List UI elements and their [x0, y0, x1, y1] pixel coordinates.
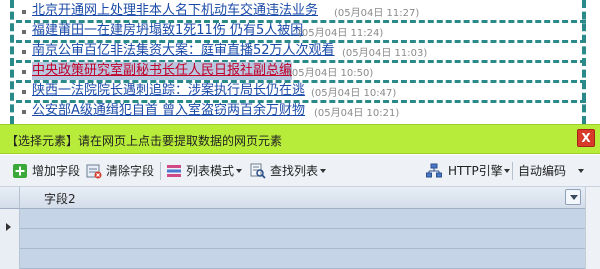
- grid-data-area[interactable]: [20, 209, 585, 269]
- news-item-selected[interactable]: 中央政策研究室副秘书长任人民日报社副总编 (05月04日 10:50): [16, 62, 586, 83]
- column-header-label: 字段2: [44, 192, 76, 206]
- bullet-icon: [22, 110, 26, 114]
- list-mode-label: 列表模式: [186, 164, 235, 178]
- table-row[interactable]: [20, 249, 585, 269]
- chevron-down-icon: [320, 169, 326, 173]
- news-item[interactable]: 陕西一法院院长遇刺追踪：涉案执行局长仍在逃 (05月04日 10:47): [16, 82, 586, 103]
- clear-field-button[interactable]: 清除字段: [86, 161, 154, 181]
- auto-encoding-dropdown[interactable]: 自动编码: [518, 161, 592, 181]
- chevron-down-icon: [504, 169, 510, 173]
- clear-icon: [86, 164, 102, 179]
- bullet-icon: [22, 50, 26, 54]
- bullet-icon: [22, 10, 26, 14]
- field-grid: 字段2: [0, 187, 600, 269]
- search-list-icon: [250, 163, 266, 179]
- auto-encoding-label: 自动编码: [518, 164, 567, 178]
- news-title[interactable]: 福建莆田一在建房坍塌致1死11伤 仍有5人被困: [32, 22, 303, 40]
- chevron-down-icon: [578, 169, 584, 173]
- app-root: 北京开通网上处理非本人名下机动车交通违法业务 (05月04日 11:27) 福建…: [0, 0, 600, 269]
- toolbar-divider: [160, 162, 161, 180]
- chevron-down-icon[interactable]: [565, 189, 581, 205]
- grid-corner: [0, 187, 20, 209]
- list-icon: [167, 165, 181, 177]
- table-row[interactable]: [20, 229, 585, 249]
- list-mode-button[interactable]: 列表模式: [166, 161, 242, 181]
- add-field-label: 增加字段: [32, 164, 81, 178]
- http-engine-button[interactable]: HTTP引擎: [426, 161, 510, 181]
- column-header[interactable]: 字段2: [20, 187, 585, 209]
- instruction-bar: 【选择元素】请在网页上点击要提取数据的网页元素 X: [0, 124, 600, 154]
- news-item[interactable]: 南京公审百亿非法集资大案：庭审直播52万人次观看 (05月04日 11:03): [16, 42, 586, 63]
- table-row[interactable]: [20, 209, 585, 229]
- add-field-button[interactable]: 增加字段: [12, 161, 81, 181]
- network-icon: [426, 163, 442, 178]
- news-title[interactable]: 南京公审百亿非法集资大案：庭审直播52万人次观看: [32, 42, 335, 60]
- news-title[interactable]: 公安部A级通缉犯自首 曾入室盗窃两百余万财物: [32, 102, 305, 120]
- news-item[interactable]: 福建莆田一在建房坍塌致1死11伤 仍有5人被困 (05月04日 11:24): [16, 22, 586, 43]
- chevron-down-icon: [236, 169, 242, 173]
- bullet-icon: [22, 30, 26, 34]
- find-list-button[interactable]: 查找列表: [250, 161, 326, 181]
- news-item[interactable]: 公安部A级通缉犯自首 曾入室盗窃两百余万财物 (05月04日 10:21): [16, 102, 586, 122]
- clear-field-label: 清除字段: [106, 164, 155, 178]
- plus-icon: [13, 164, 27, 178]
- webpage-news-list: 北京开通网上处理非本人名下机动车交通违法业务 (05月04日 11:27) 福建…: [0, 0, 600, 124]
- toolbar-divider: [512, 162, 513, 180]
- news-title[interactable]: 中央政策研究室副秘书长任人民日报社副总编: [32, 62, 293, 80]
- vertical-scrollbar[interactable]: [585, 187, 600, 269]
- find-list-label: 查找列表: [270, 164, 319, 178]
- close-button[interactable]: X: [577, 129, 595, 147]
- news-item[interactable]: 北京开通网上处理非本人名下机动车交通违法业务 (05月04日 11:27): [16, 2, 586, 23]
- toolbar: 增加字段 清除字段 列表模式 查找列表 HTTP引擎 自动编码: [0, 155, 600, 187]
- news-time: (05月04日 10:21): [314, 108, 400, 119]
- bullet-icon: [22, 90, 26, 94]
- bullet-icon: [22, 70, 26, 74]
- news-title[interactable]: 陕西一法院院长遇刺追踪：涉案执行局长仍在逃: [32, 82, 305, 100]
- current-row-icon: [6, 223, 11, 231]
- http-engine-label: HTTP引擎: [448, 164, 503, 178]
- news-title[interactable]: 北京开通网上处理非本人名下机动车交通违法业务: [32, 2, 318, 20]
- instruction-text: 【选择元素】请在网页上点击要提取数据的网页元素: [6, 134, 283, 148]
